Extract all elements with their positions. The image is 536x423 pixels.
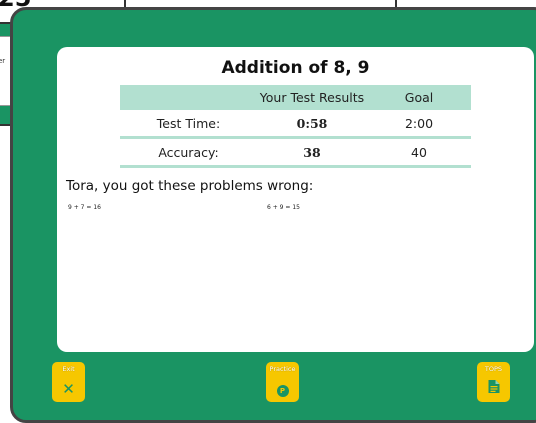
row-label: Test Time: [120, 110, 257, 139]
results-table: Your Test Results Goal Test Time: 0:58 2… [120, 85, 471, 168]
background-panel-text: er [0, 57, 6, 65]
wrong-problems-message: Tora, you got these problems wrong: [66, 178, 314, 194]
results-table-header: Your Test Results Goal [120, 85, 471, 110]
tops-button-label: TOPS [484, 365, 503, 373]
accuracy-result: 38 [257, 137, 367, 168]
practice-p-icon: P [276, 385, 289, 397]
exit-button[interactable]: Exit ✕ [52, 362, 85, 402]
tops-button[interactable]: TOPS [477, 362, 510, 402]
x-icon: ✕ [62, 380, 75, 398]
results-panel: Addition of 8, 9 Your Test Results Goal … [57, 47, 534, 352]
table-row: Test Time: 0:58 2:00 [120, 110, 471, 139]
page-title: Addition of 8, 9 [221, 58, 370, 78]
header-your-test-results: Your Test Results [257, 85, 367, 110]
wrong-problem: 6 + 9 = 15 [267, 204, 300, 211]
wrong-problem: 9 + 7 = 16 [68, 204, 101, 211]
exit-button-label: Exit [62, 365, 75, 373]
test-time-goal: 2:00 [367, 110, 471, 139]
practice-button[interactable]: Practice P [266, 362, 299, 402]
header-goal: Goal [367, 85, 471, 110]
document-icon [488, 378, 499, 397]
practice-button-label: Practice [269, 365, 296, 373]
row-label: Accuracy: [120, 137, 257, 168]
accuracy-goal: 40 [367, 137, 471, 168]
results-dialog: Addition of 8, 9 Your Test Results Goal … [10, 7, 536, 423]
table-row: Accuracy: 38 40 [120, 137, 471, 168]
header-blank [120, 85, 257, 110]
test-time-result: 0:58 [257, 110, 367, 139]
